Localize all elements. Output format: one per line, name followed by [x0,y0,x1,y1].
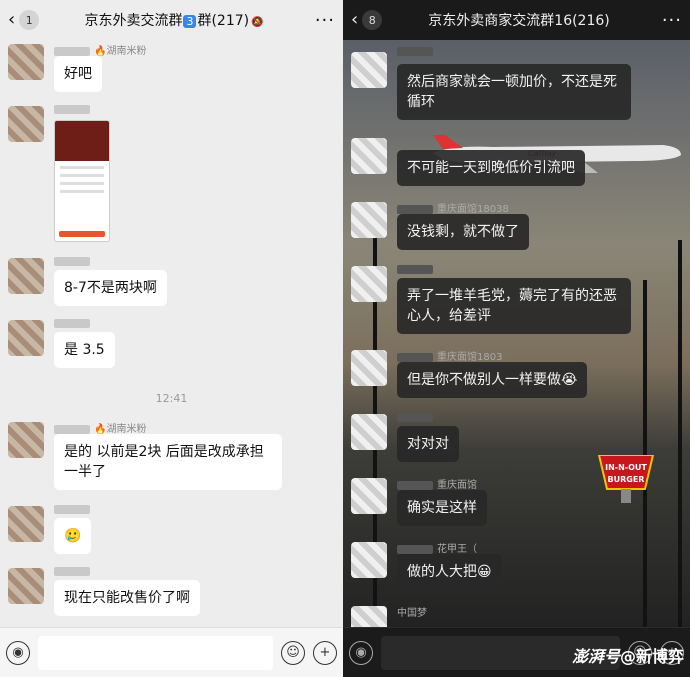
message-bubble[interactable]: 🥲 [54,518,92,554]
sender-name: 花甲王（ [397,540,477,555]
sender-name [54,318,94,329]
avatar[interactable] [8,506,44,542]
burger-sign-image: IN-N-OUT BURGER [597,455,655,503]
right-chat-panel: Cathay IN-N-OUT BURGER ‹ 8 京东外卖商家交流群16(2… [343,0,690,677]
image-thumbnail[interactable] [54,120,110,242]
avatar[interactable] [351,414,387,450]
message-bubble[interactable]: 没钱剩，就不做了 [397,214,529,250]
message-bubble[interactable]: 是 3.5 [54,332,115,368]
watermark: 澎湃号@新博弈 [571,647,684,666]
avatar[interactable] [351,202,387,238]
avatar[interactable] [351,266,387,302]
message-bubble[interactable]: 不可能一天到晚低价引流吧 [397,150,585,186]
input-bar: ◉ ☺ + [0,627,343,677]
sender-name: 重庆面馆 [397,476,477,491]
timestamp: 12:41 [155,392,188,405]
message-bubble[interactable]: 但是你不做别人一样要做😭 [397,362,588,398]
avatar[interactable] [351,52,387,88]
message-input[interactable] [38,635,273,670]
avatar[interactable] [351,542,387,578]
svg-text:BURGER: BURGER [608,475,645,484]
chat-title: 京东外卖交流群 3 群(217) 🔕 [84,13,264,29]
sender-name [397,46,437,57]
voice-icon[interactable]: ◉ [349,640,373,665]
sender-name: 🔥湖南米粉 [54,42,146,57]
avatar[interactable] [8,320,44,356]
chevron-left-icon: ‹ [8,9,16,30]
left-chat-panel: ‹ 1 京东外卖交流群 3 群(217) 🔕 ··· 🔥湖南米粉 好吧 8-7不… [0,0,343,677]
message-bubble[interactable]: 好吧 [54,56,102,92]
more-icon[interactable]: ··· [309,10,335,31]
message-bubble[interactable]: 对对对 [397,426,459,462]
chat-header: ‹ 8 京东外卖商家交流群16(216) ··· [343,0,690,40]
message-bubble[interactable]: 弄了一堆羊毛党，薅完了有的还恶心人，给差评 [397,278,631,334]
keycap-number-icon: 3 [183,15,197,28]
sender-name: 中国梦 [397,608,427,619]
back-button[interactable]: ‹ 1 [8,9,40,30]
avatar[interactable] [351,478,387,514]
message-bubble[interactable]: 现在只能改售价了啊 [54,580,200,616]
bell-off-icon: 🔕 [251,17,264,28]
message-bubble[interactable]: 做的人大把😀 [397,554,502,590]
avatar[interactable] [8,422,44,458]
unread-badge: 1 [19,10,40,30]
emoji-icon[interactable]: ☺ [281,640,305,665]
sender-name [54,504,94,515]
chevron-left-icon: ‹ [351,9,359,30]
message-bubble[interactable]: 然后商家就会一顿加价，不还是死循环 [397,64,631,120]
sender-name [397,264,437,275]
sender-name: 重庆面馆1803 [397,348,502,363]
more-icon[interactable]: ··· [656,10,682,31]
back-button[interactable]: ‹ 8 [351,9,383,30]
message-bubble[interactable]: 8-7不是两块啊 [54,270,167,306]
message-bubble[interactable]: 确实是这样 [397,490,487,526]
sender-name: 🔥湖南米粉 [54,420,146,435]
sender-name [54,256,94,267]
chat-header: ‹ 1 京东外卖交流群 3 群(217) 🔕 ··· [0,0,343,40]
avatar[interactable] [8,44,44,80]
sender-name [54,566,94,577]
voice-icon[interactable]: ◉ [6,640,30,665]
avatar[interactable] [351,350,387,386]
message-bubble[interactable]: 是的 以前是2块 后面是改成承担一半了 [54,434,282,490]
sender-name: 重庆面馆18038 [397,200,509,215]
unread-badge: 8 [362,10,383,30]
avatar[interactable] [351,138,387,174]
chat-title: 京东外卖商家交流群16(216) [428,13,610,29]
svg-text:IN-N-OUT: IN-N-OUT [605,463,647,472]
avatar[interactable] [8,106,44,142]
sender-name [397,412,437,423]
avatar[interactable] [8,258,44,294]
sender-name [54,104,94,115]
avatar[interactable] [8,568,44,604]
plus-icon[interactable]: + [313,640,337,665]
